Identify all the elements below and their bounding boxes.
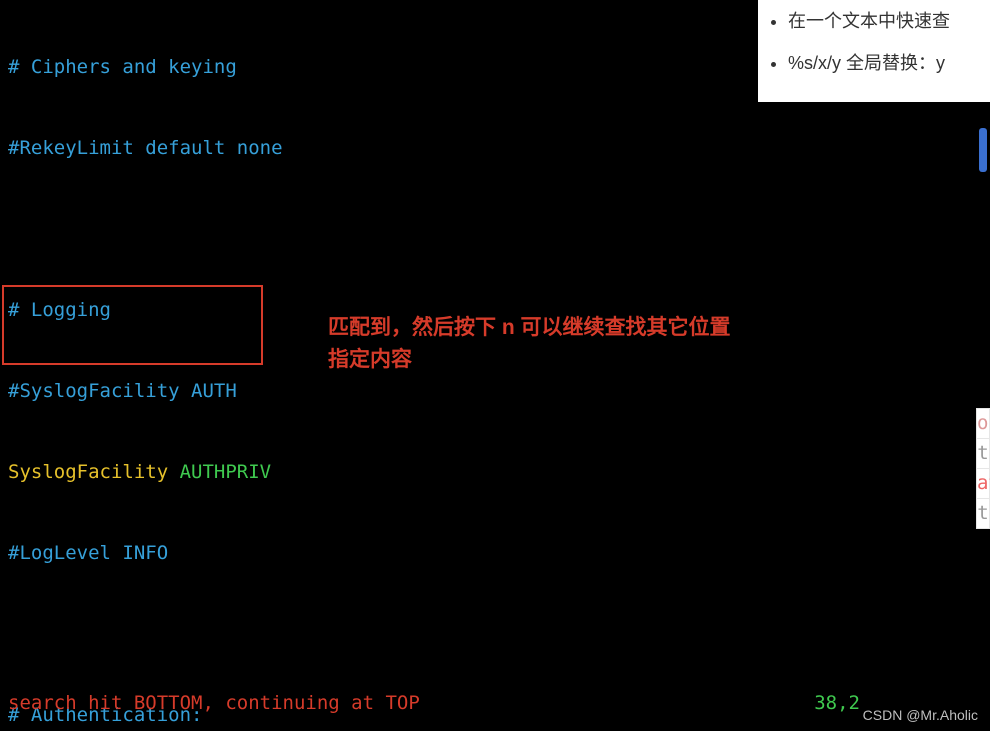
annotation-line: 指定内容 — [328, 344, 731, 376]
config-line: #RekeyLimit default none — [8, 135, 990, 162]
directive-value: AUTHPRIV — [180, 461, 272, 483]
note-item: 在一个文本中快速查 — [788, 4, 990, 38]
config-line: #LogLevel INFO — [8, 540, 990, 567]
cursor-position: 38,2 — [814, 690, 860, 717]
watermark: CSDN @Mr.Aholic — [863, 702, 978, 729]
blank-line — [8, 216, 990, 243]
config-line: #SyslogFacility AUTH — [8, 378, 990, 405]
note-item: %s/x/y 全局替换：y — [788, 46, 990, 80]
side-tile: ob — [976, 408, 990, 439]
side-tile: at — [976, 468, 990, 499]
side-tile: t — [976, 498, 990, 529]
config-line: SyslogFacility AUTHPRIV — [8, 459, 990, 486]
vim-status-bar: search hit BOTTOM, continuing at TOP 38,… — [0, 690, 990, 717]
side-tiles: ob t at t — [976, 408, 990, 528]
directive-key: SyslogFacility — [8, 461, 180, 483]
blank-line — [8, 621, 990, 648]
status-message: search hit BOTTOM, continuing at TOP — [8, 690, 420, 717]
annotation-text: 匹配到，然后按下 n 可以继续查找其它位置 指定内容 — [328, 312, 731, 376]
side-tile: t — [976, 438, 990, 469]
side-note-panel: 在一个文本中快速查 %s/x/y 全局替换：y — [758, 0, 990, 102]
scrollbar-thumb[interactable] — [979, 128, 987, 172]
annotation-line: 匹配到，然后按下 n 可以继续查找其它位置 — [328, 312, 731, 344]
